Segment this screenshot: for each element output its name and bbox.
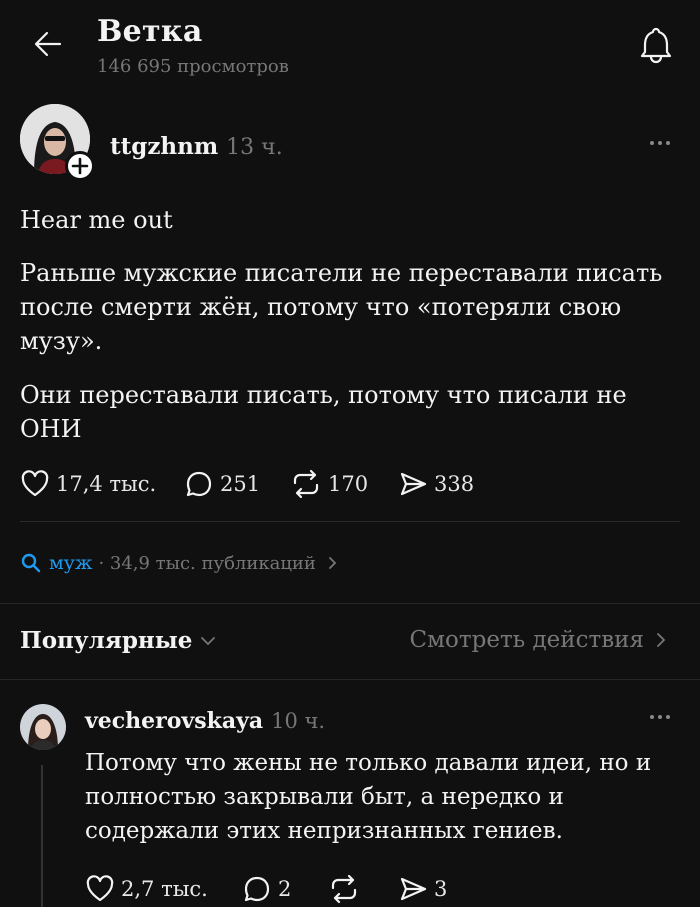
chevron-down-icon <box>201 636 216 645</box>
comment-button[interactable]: 251 <box>184 469 260 499</box>
reply-header: vecherovskaya 10 ч. <box>85 708 325 734</box>
chevron-right-icon <box>329 557 337 569</box>
post-time: 13 ч. <box>226 135 283 160</box>
repost-icon <box>293 469 319 499</box>
reply-like-count: 2,7 тыс. <box>121 877 208 901</box>
section-divider <box>0 679 700 680</box>
post-more-button[interactable] <box>650 141 670 145</box>
reply-comment-count: 2 <box>278 877 292 901</box>
more-dots-icon <box>650 715 654 719</box>
chevron-right-icon <box>657 633 666 647</box>
repost-count: 170 <box>328 472 369 496</box>
heart-icon <box>86 875 114 902</box>
reply-like-button[interactable]: 2,7 тыс. <box>85 874 208 904</box>
reply-repost-button[interactable] <box>328 874 366 904</box>
comment-bubble-icon <box>186 471 212 497</box>
plus-icon <box>71 157 89 175</box>
arrow-left-icon <box>34 31 62 57</box>
repost-button[interactable]: 170 <box>290 469 368 499</box>
reply-comment-button[interactable]: 2 <box>242 874 291 904</box>
more-dots-icon <box>650 141 654 145</box>
share-button[interactable]: 338 <box>398 469 474 499</box>
send-icon <box>400 877 427 901</box>
thread-line <box>41 765 43 907</box>
post-paragraph-2: Раньше мужские писатели не переставали п… <box>20 259 663 355</box>
back-button[interactable] <box>30 26 66 62</box>
topic-tag[interactable]: муж <box>49 552 92 574</box>
comment-count: 251 <box>220 472 261 496</box>
reply-share-button[interactable]: 3 <box>398 874 447 904</box>
repost-icon <box>331 874 357 904</box>
sort-label: Популярные <box>20 627 193 654</box>
divider <box>20 521 680 522</box>
send-icon <box>400 472 427 496</box>
post-username[interactable]: ttgzhnm <box>110 133 218 160</box>
page-title: Ветка <box>97 14 203 49</box>
share-count: 338 <box>434 472 475 496</box>
comment-bubble-icon <box>244 876 270 902</box>
topic-tag-row[interactable]: муж · 34,9 тыс. публикаций <box>20 552 341 574</box>
reply-username[interactable]: vecherovskaya <box>85 708 263 734</box>
search-icon <box>21 553 41 573</box>
views-count: 146 695 просмотров <box>97 56 289 77</box>
reply-share-count: 3 <box>434 877 448 901</box>
post-paragraph-1: Hear me out <box>20 206 173 234</box>
notifications-button[interactable] <box>636 24 676 64</box>
view-activity-label: Смотреть действия <box>409 627 644 653</box>
sort-dropdown[interactable]: Популярные <box>20 627 218 654</box>
post-paragraph-3: Они переставали писать, потому что писал… <box>20 381 627 443</box>
bell-icon <box>640 27 672 64</box>
reply-avatar[interactable] <box>20 704 66 750</box>
like-count: 17,4 тыс. <box>56 472 157 496</box>
follow-button[interactable] <box>65 151 95 181</box>
like-button[interactable]: 17,4 тыс. <box>20 469 156 499</box>
reply-time: 10 ч. <box>271 709 326 733</box>
post-header: ttgzhnm 13 ч. <box>110 133 283 160</box>
reply-more-button[interactable] <box>650 715 670 719</box>
heart-icon <box>21 470 49 497</box>
reply-text: Потому что жены не только давали идеи, н… <box>85 750 652 844</box>
topic-tag-info: · 34,9 тыс. публикаций <box>98 552 316 574</box>
view-activity-link[interactable]: Смотреть действия <box>410 627 670 653</box>
section-divider <box>0 603 700 604</box>
